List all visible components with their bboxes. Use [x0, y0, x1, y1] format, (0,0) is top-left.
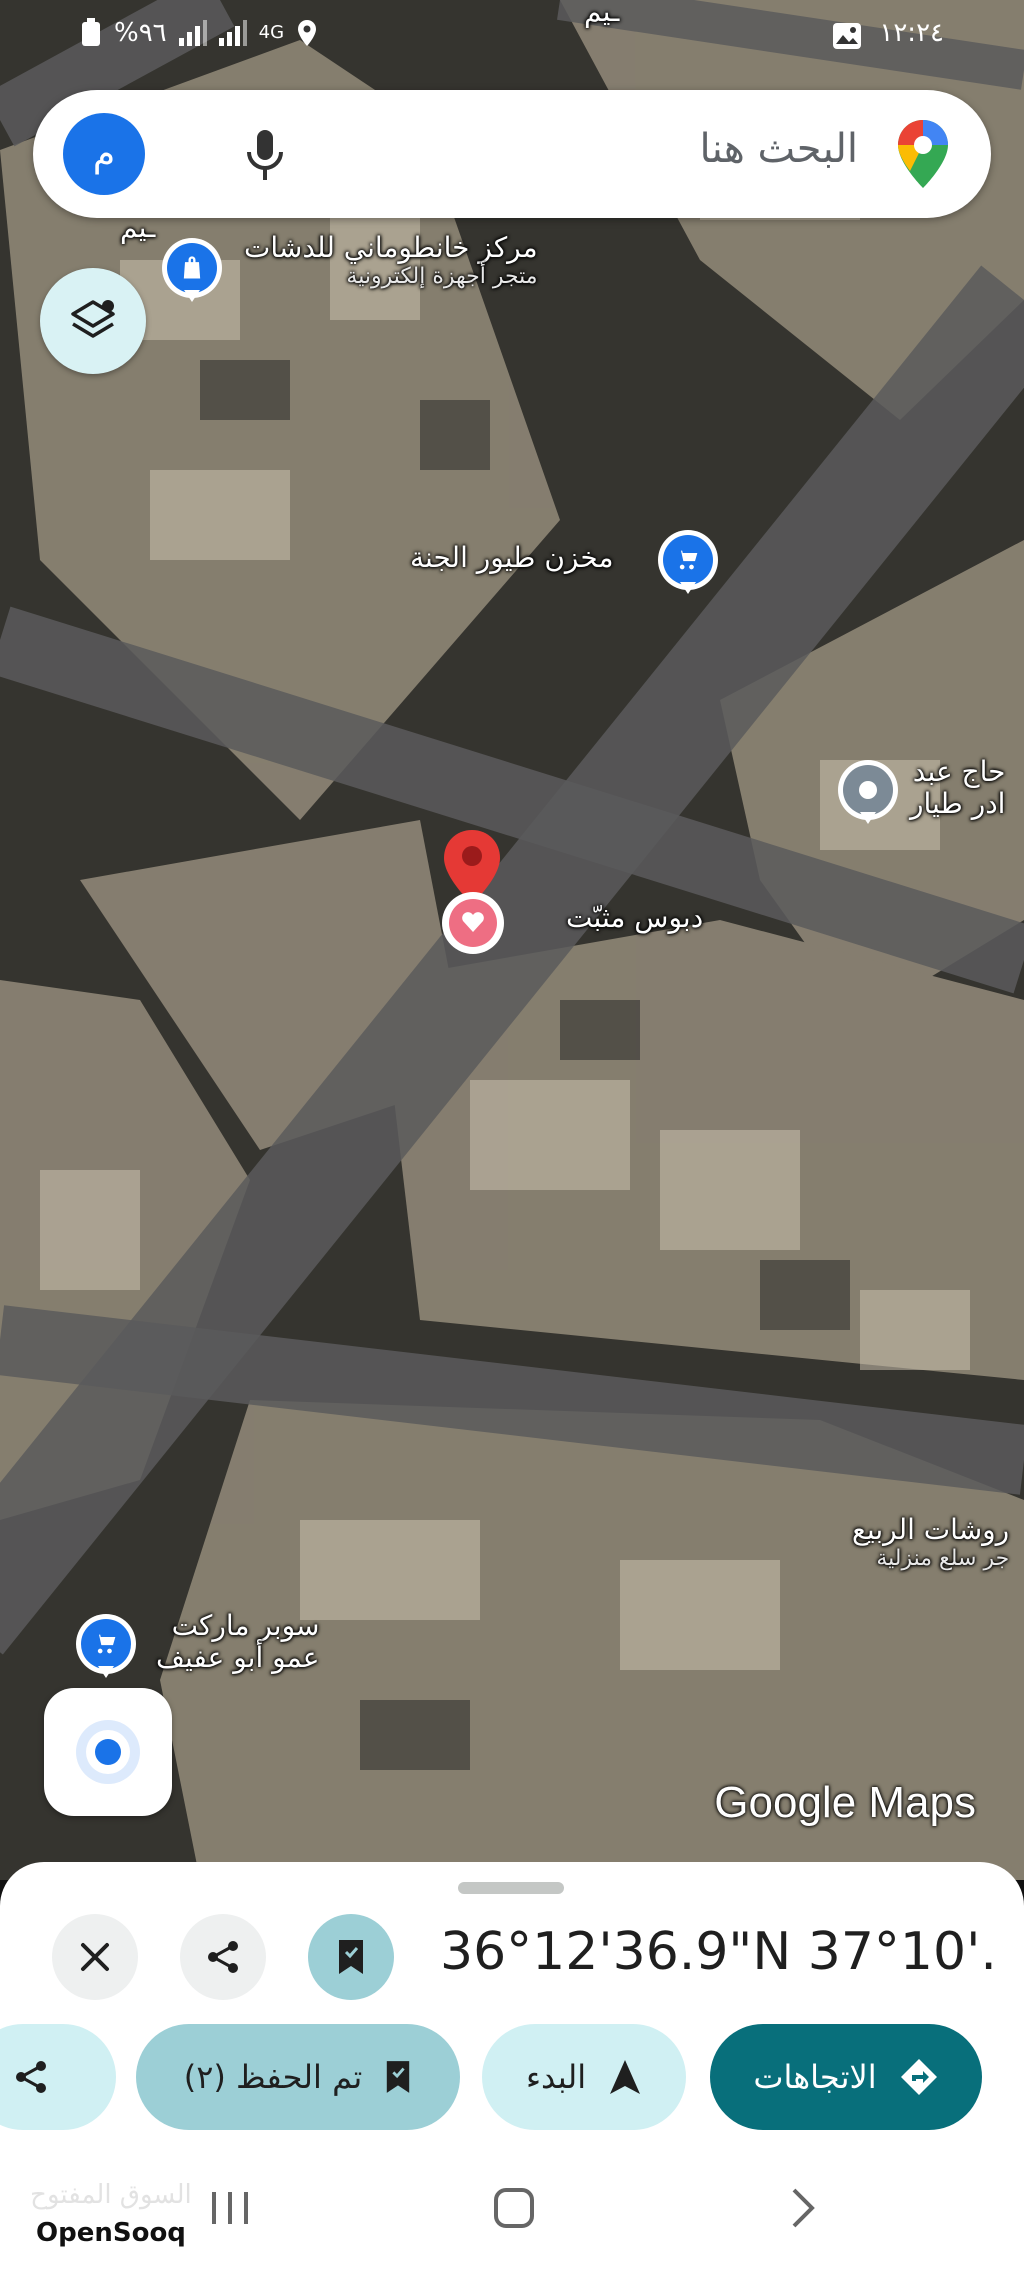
- saved-label: تم الحفظ (٢): [183, 2058, 363, 2096]
- haj-place-label[interactable]: حاج عبد ادر طيار: [910, 755, 1006, 821]
- shopping-bag-poi[interactable]: [162, 238, 222, 302]
- label-type: متجر أجهزة إلكترونية: [346, 264, 538, 290]
- close-button[interactable]: [52, 1914, 138, 2000]
- furniture-store-label[interactable]: روشات الربيع جر سلع منزلية: [852, 1513, 1010, 1572]
- share-button[interactable]: [180, 1914, 266, 2000]
- directions-button[interactable]: الاتجاهات: [710, 2024, 982, 2130]
- saved-bookmark-button[interactable]: [308, 1914, 394, 2000]
- layers-icon: [71, 300, 115, 338]
- bookmark-icon: [387, 2061, 410, 2093]
- battery-icon: [82, 18, 100, 46]
- signal-icon: [178, 20, 207, 46]
- status-bar: %٩٦ 4G ١٢:٢٤: [0, 0, 1024, 72]
- avatar[interactable]: م: [63, 113, 145, 195]
- close-icon: [81, 1943, 109, 1971]
- dropped-pin-label: دبوس مثبّت: [566, 901, 704, 934]
- map-view[interactable]: مركز خانطوماني للدشات متجر أجهزة إلكترون…: [0, 0, 1024, 1880]
- label-name: دبوس مثبّت: [566, 901, 704, 934]
- share-pill-button[interactable]: م: [0, 2024, 116, 2130]
- label-name: مخزن طيور الجنة: [410, 541, 614, 574]
- battery-percent: %٩٦: [114, 18, 167, 48]
- label-line2: عمو أبو عفيف: [156, 1641, 320, 1675]
- network-type: 4G: [258, 22, 285, 43]
- google-maps-logo: Google Maps: [714, 1778, 976, 1827]
- directions-icon: [900, 2059, 937, 2095]
- search-bar[interactable]: م البحث هنا: [33, 90, 991, 218]
- label-line1: حاج عبد: [912, 755, 1006, 788]
- shopping-cart-icon: [677, 550, 698, 570]
- heart-icon: [462, 912, 484, 932]
- circle-dot-icon: [859, 781, 877, 799]
- navigation-arrow-icon: [610, 2060, 641, 2094]
- pin-base: [442, 892, 504, 954]
- status-icons: %٩٦ 4G: [80, 18, 318, 48]
- coordinates-title: 36°12'36.9"N 37°10'...: [440, 1922, 1000, 1982]
- label-line2: جر سلع منزلية: [876, 1546, 1010, 1572]
- place-poi-grey[interactable]: [838, 760, 898, 824]
- clock: ١٢:٢٤: [879, 18, 944, 48]
- drag-handle[interactable]: [458, 1882, 564, 1894]
- location-dot-icon: [86, 1730, 130, 1774]
- bookmark-icon: [339, 1940, 363, 1974]
- share-icon: [208, 1941, 238, 1973]
- gallery-icon: [833, 23, 861, 49]
- start-label: البدء: [525, 2058, 587, 2096]
- opensooq-watermark: السوق المفتوح OpenSooq: [24, 2180, 198, 2252]
- cart-poi-supermarket[interactable]: [76, 1614, 136, 1678]
- back-icon[interactable]: [780, 2186, 824, 2230]
- location-icon: [298, 20, 317, 46]
- label-line1: سوبر ماركت: [171, 1609, 320, 1642]
- electronics-store-label[interactable]: مركز خانطوماني للدشات متجر أجهزة إلكترون…: [244, 231, 538, 290]
- search-placeholder[interactable]: البحث هنا: [699, 126, 858, 172]
- label-line1: روشات الربيع: [852, 1513, 1010, 1546]
- label-name: مركز خانطوماني للدشات: [244, 231, 538, 264]
- watermark-latin: OpenSooq: [24, 2214, 198, 2252]
- label-line2: ادر طيار: [910, 787, 1006, 821]
- signal-icon-2: [218, 20, 247, 46]
- directions-label: الاتجاهات: [753, 2058, 877, 2096]
- shopping-bag-icon: [183, 256, 201, 279]
- start-navigation-button[interactable]: البدء: [482, 2024, 686, 2130]
- supermarket-label[interactable]: سوبر ماركت عمو أبو عفيف: [156, 1609, 320, 1675]
- saved-lists-button[interactable]: تم الحفظ (٢): [136, 2024, 460, 2130]
- recents-icon[interactable]: [208, 2186, 252, 2230]
- home-icon[interactable]: [492, 2186, 536, 2230]
- share-icon: [15, 2061, 46, 2093]
- microphone-icon[interactable]: [245, 128, 285, 182]
- watermark-arabic: السوق المفتوح: [30, 2180, 192, 2210]
- shopping-cart-icon: [95, 1634, 116, 1654]
- cart-poi-bird-store[interactable]: [658, 530, 718, 594]
- layers-button[interactable]: [40, 268, 146, 374]
- google-maps-pin-icon: [898, 120, 948, 188]
- my-location-button[interactable]: [44, 1688, 172, 1816]
- bird-store-label[interactable]: مخزن طيور الجنة: [410, 541, 614, 574]
